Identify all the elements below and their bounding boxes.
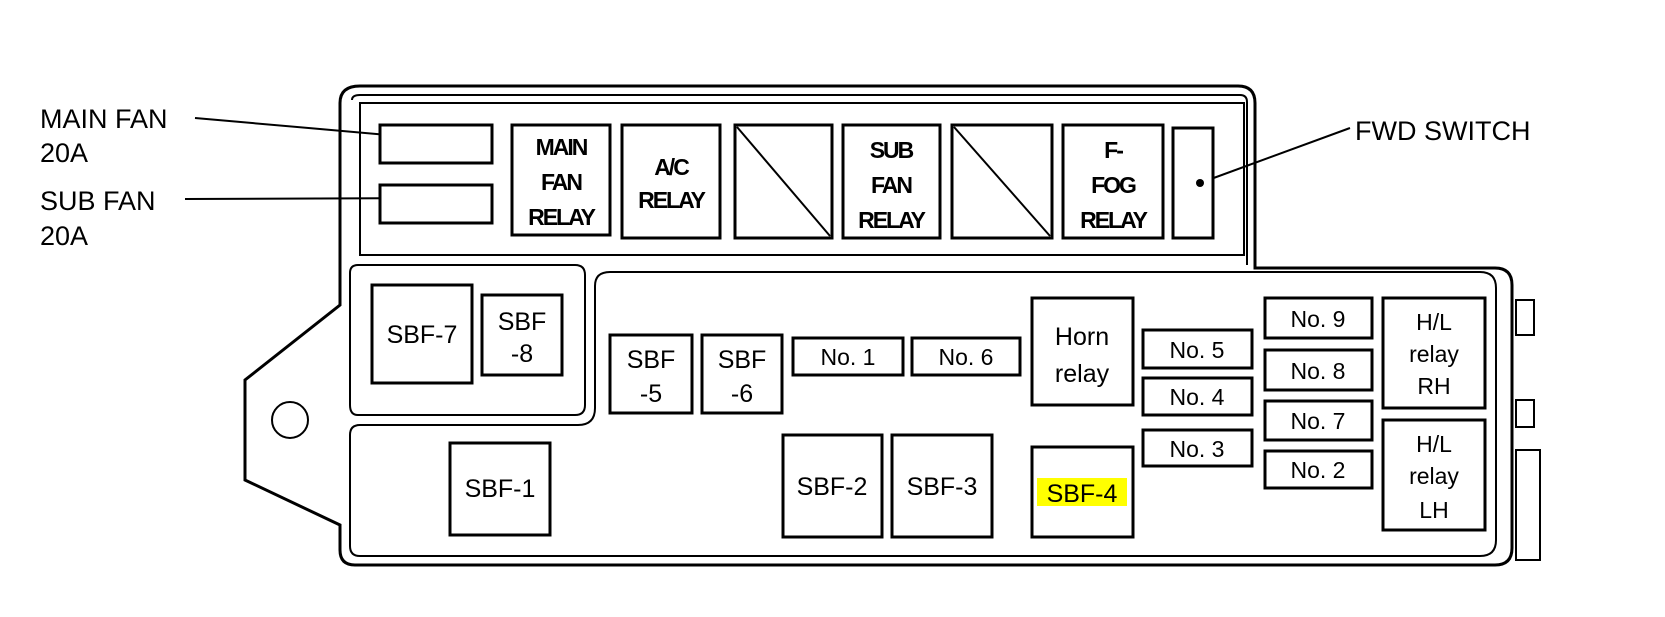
fuse-no-3-label: No. 3 — [1170, 436, 1225, 462]
main-fan-fuse[interactable] — [378, 123, 494, 165]
fuse-no-6-label: No. 6 — [939, 344, 994, 370]
sbf-1-label: SBF-1 — [465, 475, 536, 503]
fwd-switch-label: FWD SWITCH — [1355, 116, 1530, 146]
main-fan-label: MAIN FAN 20A — [40, 104, 168, 168]
fuse-no-7-label: No. 7 — [1291, 408, 1346, 434]
horn-relay[interactable] — [1030, 296, 1135, 407]
sbf-3-label: SBF-3 — [907, 473, 978, 501]
mounting-hole — [271, 401, 309, 439]
fwd-switch[interactable] — [1171, 126, 1215, 240]
fuse-no-2-label: No. 2 — [1291, 457, 1346, 483]
sub-fan-fuse[interactable] — [378, 183, 494, 225]
fuse-box-diagram: MAIN FAN 20A SUB FAN 20A FWD SWITCH MAIN FA… — [40, 84, 1541, 567]
side-tab — [1515, 449, 1541, 561]
sub-fan-label: SUB FAN 20A — [40, 186, 156, 251]
leader-line — [1199, 127, 1351, 184]
sbf-7-label: SBF-7 — [387, 321, 458, 349]
sbf-4-label: SBF-4 — [1047, 480, 1118, 508]
fuse-no-5-label: No. 5 — [1170, 337, 1225, 363]
ac-relay[interactable] — [620, 123, 722, 240]
fuse-no-1-label: No. 1 — [821, 344, 876, 370]
fwd-switch-dot — [1196, 179, 1204, 187]
side-tab — [1515, 399, 1535, 428]
fuse-no-8-label: No. 8 — [1291, 358, 1346, 384]
sbf-2-label: SBF-2 — [797, 473, 868, 501]
side-tab — [1515, 299, 1535, 336]
fuse-no-9-label: No. 9 — [1291, 306, 1346, 332]
fuse-no-4-label: No. 4 — [1170, 384, 1225, 410]
